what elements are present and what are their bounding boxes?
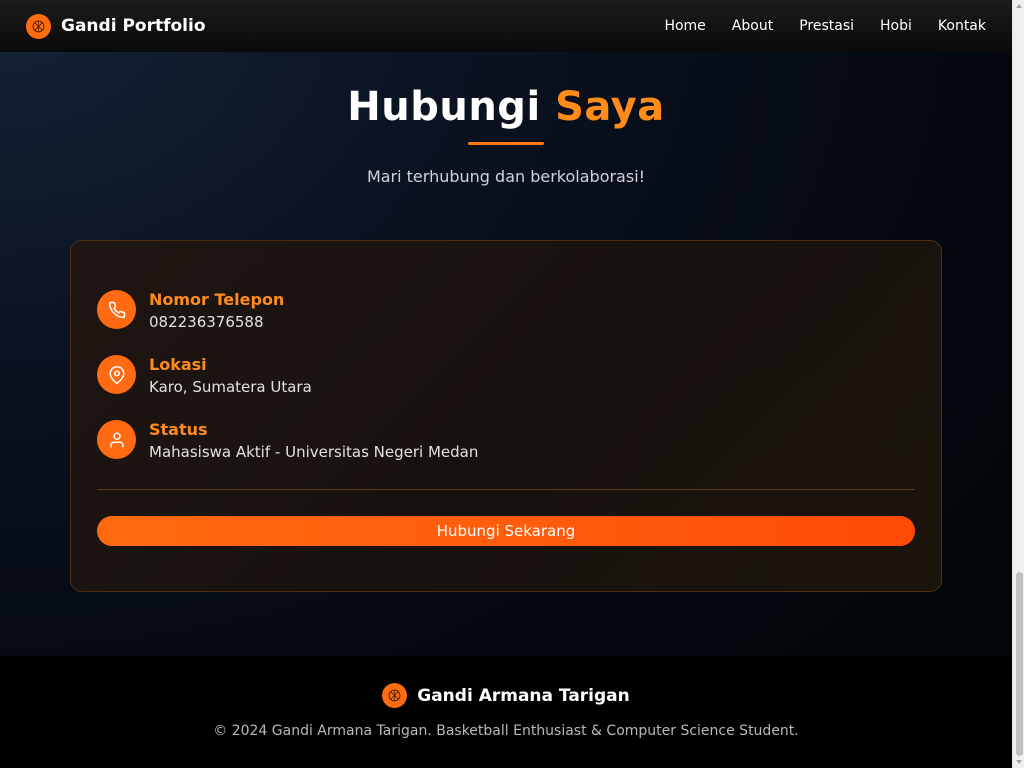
contact-item-text: Status Mahasiswa Aktif - Universitas Neg…: [149, 420, 478, 463]
contact-now-button[interactable]: Hubungi Sekarang: [97, 516, 915, 546]
user-icon: [97, 420, 136, 459]
nav-links: Home About Prestasi Hobi Kontak: [638, 18, 986, 34]
page-viewport: Gandi Portfolio Home About Prestasi Hobi…: [0, 0, 1012, 768]
section-title: Hubungi Saya: [0, 84, 1012, 130]
location-pin-icon: [97, 355, 136, 394]
brand-name: Gandi Portfolio: [61, 16, 206, 36]
scroll-up-arrow-icon[interactable]: [1016, 4, 1022, 8]
nav-link-home[interactable]: Home: [664, 18, 705, 34]
contact-item-location: Lokasi Karo, Sumatera Utara: [97, 355, 312, 398]
contact-item-phone: Nomor Telepon 082236376588: [97, 290, 284, 333]
contact-item-value: 082236376588: [149, 313, 264, 331]
contact-item-label: Nomor Telepon: [149, 290, 285, 309]
footer-name: Gandi Armana Tarigan: [417, 685, 630, 706]
contact-item-label: Lokasi: [149, 355, 207, 374]
basketball-icon: [26, 13, 51, 39]
brand[interactable]: Gandi Portfolio: [26, 13, 206, 39]
contact-item-label: Status: [149, 420, 208, 439]
contact-item-text: Nomor Telepon 082236376588: [149, 290, 284, 333]
nav-link-prestasi[interactable]: Prestasi: [799, 18, 854, 34]
contact-item-status: Status Mahasiswa Aktif - Universitas Neg…: [97, 420, 478, 463]
nav-link-about[interactable]: About: [732, 18, 773, 34]
navbar: Gandi Portfolio Home About Prestasi Hobi…: [0, 0, 1012, 52]
footer-copyright: © 2024 Gandi Armana Tarigan. Basketball …: [213, 723, 799, 739]
contact-item-value: Mahasiswa Aktif - Universitas Negeri Med…: [149, 443, 479, 461]
basketball-icon: [382, 683, 408, 708]
scrollbar-thumb[interactable]: [1016, 572, 1023, 756]
scroll-down-arrow-icon[interactable]: [1016, 760, 1022, 764]
contact-card: Nomor Telepon 082236376588 Lokasi Karo, …: [70, 240, 942, 592]
section-subtitle: Mari terhubung dan berkolaborasi!: [366, 167, 646, 186]
title-underline: [468, 142, 544, 145]
page-scrollbar[interactable]: [1012, 0, 1024, 768]
card-divider: [97, 489, 915, 490]
section-title-accent: Saya: [555, 84, 665, 130]
footer-brand: Gandi Armana Tarigan: [0, 683, 1012, 708]
nav-link-kontak[interactable]: Kontak: [938, 18, 986, 34]
contact-item-text: Lokasi Karo, Sumatera Utara: [149, 355, 312, 398]
contact-item-value: Karo, Sumatera Utara: [149, 378, 312, 396]
section-title-main: Hubungi: [347, 84, 541, 130]
footer: Gandi Armana Tarigan © 2024 Gandi Armana…: [0, 656, 1012, 768]
nav-link-hobi[interactable]: Hobi: [880, 18, 912, 34]
phone-icon: [97, 290, 136, 329]
